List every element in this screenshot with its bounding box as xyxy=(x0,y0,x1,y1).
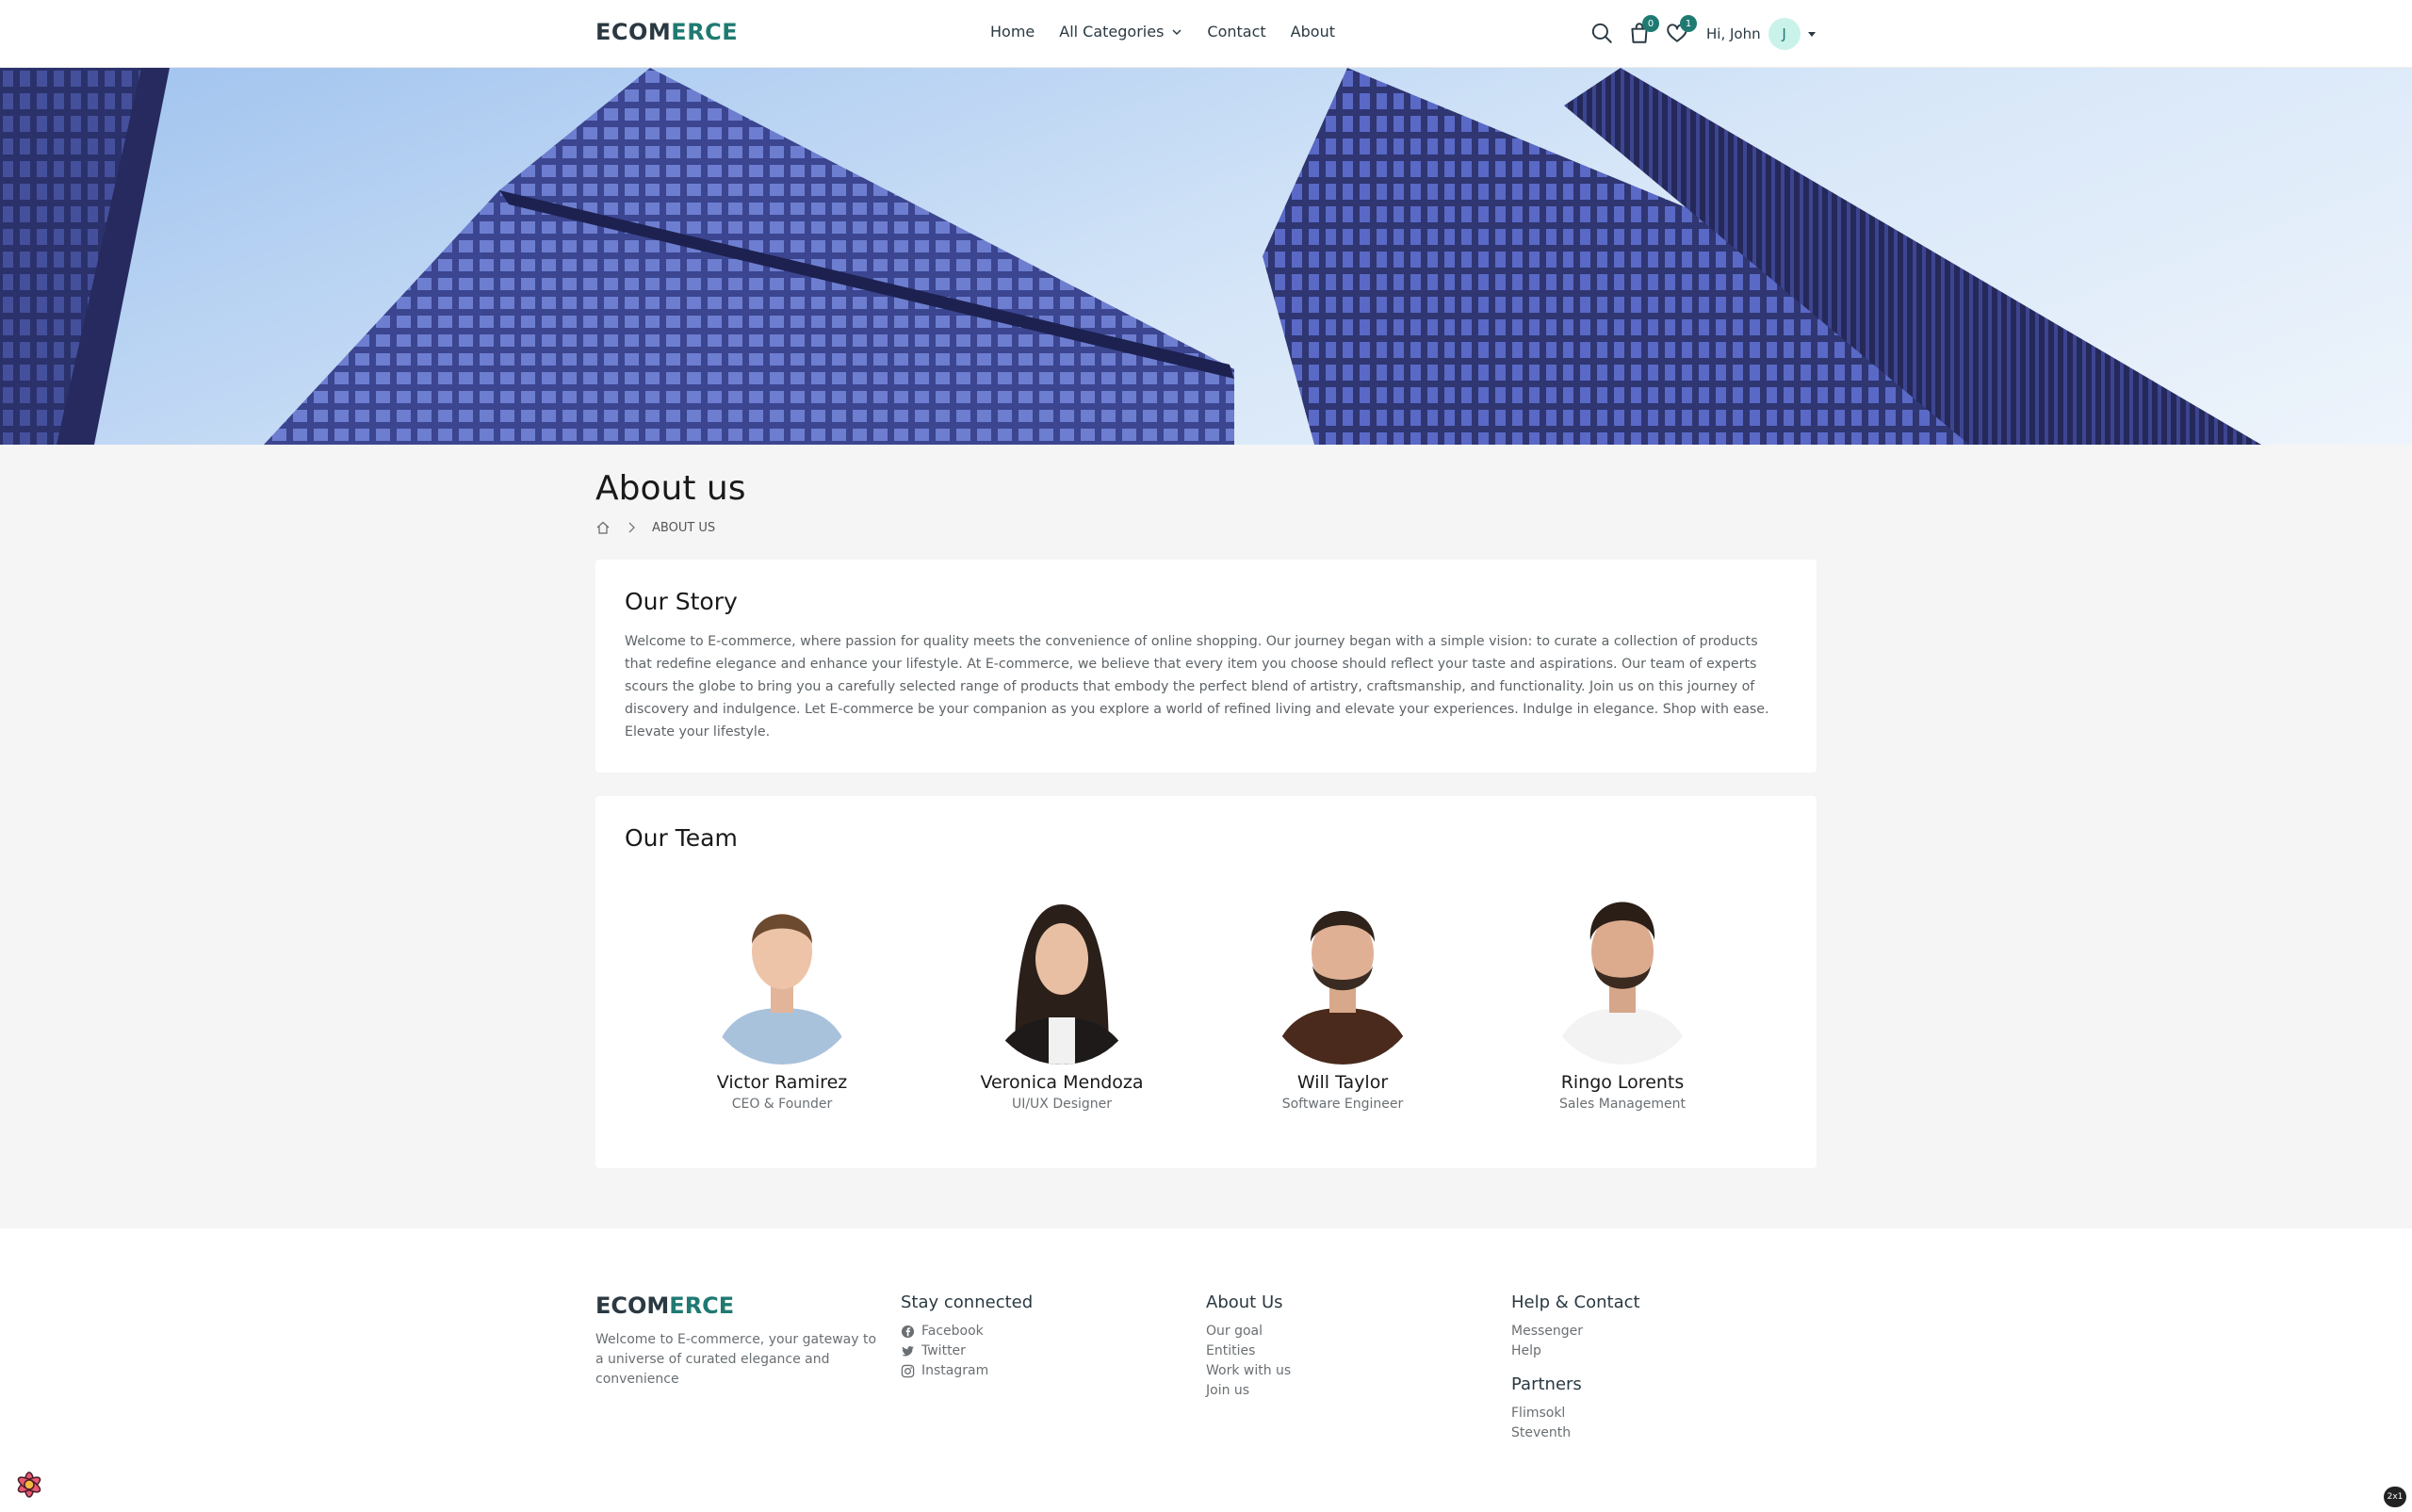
nav-contact[interactable]: Contact xyxy=(1207,23,1265,41)
page-title: About us xyxy=(595,469,746,508)
breadcrumb-current: ABOUT US xyxy=(652,520,716,535)
header-actions: 0 1 Hi, John J xyxy=(1589,13,1817,55)
footer-tagline: Welcome to E-commerce, your gateway to a… xyxy=(595,1332,877,1387)
twitter-link[interactable]: Twitter xyxy=(901,1341,1033,1361)
search-button[interactable] xyxy=(1589,21,1616,47)
footer-heading: Help & Contact xyxy=(1511,1293,1640,1312)
instagram-icon xyxy=(901,1364,915,1378)
member-name: Victor Ramirez xyxy=(716,1072,848,1093)
footer-about-us: About Us Our goal Entities Work with us … xyxy=(1206,1293,1291,1401)
our-team-card: Our Team Victor Ramirez CEO & Founder Ve… xyxy=(595,796,1817,1168)
wishlist-button[interactable]: 1 xyxy=(1665,15,1697,47)
team-member-photo xyxy=(1263,886,1422,1065)
team-member: Will Taylor Software Engineer xyxy=(1230,886,1456,1112)
footer-link-messenger[interactable]: Messenger xyxy=(1511,1322,1640,1341)
member-role: UI/UX Designer xyxy=(1011,1097,1113,1112)
search-icon xyxy=(1591,23,1612,43)
footer-help-contact: Help & Contact Messenger Help Partners F… xyxy=(1511,1293,1640,1443)
member-name: Ringo Lorents xyxy=(1560,1072,1685,1093)
devtools-floating-button[interactable] xyxy=(10,1466,48,1504)
avatar[interactable]: J xyxy=(1768,18,1801,50)
footer-brand-logo[interactable]: ECOMERCE xyxy=(595,1293,734,1319)
footer-heading: About Us xyxy=(1206,1293,1283,1312)
team-members: Victor Ramirez CEO & Founder Veronica Me… xyxy=(595,886,1817,1130)
flower-icon xyxy=(17,1471,41,1498)
member-name: Will Taylor xyxy=(1296,1072,1389,1093)
caret-down-icon[interactable] xyxy=(1806,28,1817,40)
team-member-photo xyxy=(983,886,1141,1065)
footer-link-help[interactable]: Help xyxy=(1511,1341,1640,1361)
member-role: CEO & Founder xyxy=(731,1097,833,1112)
wishlist-count-badge: 1 xyxy=(1680,15,1697,32)
hero-banner-image xyxy=(0,68,2412,445)
user-greeting[interactable]: Hi, John xyxy=(1706,25,1761,42)
breadcrumb: ABOUT US xyxy=(595,520,715,535)
chevron-down-icon xyxy=(1172,28,1182,35)
instagram-link[interactable]: Instagram xyxy=(901,1361,1033,1381)
footer-heading-partners: Partners xyxy=(1511,1374,1582,1394)
main-nav: Home All Categories Contact About xyxy=(990,23,1335,41)
team-member-photo xyxy=(1543,886,1702,1065)
chevron-right-icon xyxy=(628,522,635,533)
footer-link-work-with-us[interactable]: Work with us xyxy=(1206,1361,1291,1381)
twitter-icon xyxy=(901,1346,915,1357)
skyscrapers-image xyxy=(0,68,2261,445)
footer-stay-connected: Stay connected Facebook Twitter Instagra… xyxy=(901,1293,1033,1381)
team-member: Veronica Mendoza UI/UX Designer xyxy=(949,886,1175,1112)
team-member: Ringo Lorents Sales Management xyxy=(1509,886,1736,1112)
member-role: Sales Management xyxy=(1559,1097,1686,1112)
nav-home[interactable]: Home xyxy=(990,23,1035,41)
site-footer: ECOMERCE Welcome to E-commerce, your gat… xyxy=(0,1228,2412,1512)
team-member: Victor Ramirez CEO & Founder xyxy=(669,886,895,1112)
footer-link-our-goal[interactable]: Our goal xyxy=(1206,1322,1291,1341)
footer-heading: Stay connected xyxy=(901,1293,1034,1312)
home-icon[interactable] xyxy=(595,520,611,535)
cart-count-badge: 0 xyxy=(1642,15,1659,32)
our-story-text: Welcome to E-commerce, where passion for… xyxy=(625,634,1769,740)
footer-link-flimsokl[interactable]: Flimsokl xyxy=(1511,1404,1640,1423)
nav-all-categories[interactable]: All Categories xyxy=(1059,23,1182,41)
cart-button[interactable]: 0 xyxy=(1627,15,1659,47)
footer-link-join-us[interactable]: Join us xyxy=(1206,1381,1291,1401)
nav-about[interactable]: About xyxy=(1291,23,1335,41)
member-role: Software Engineer xyxy=(1281,1097,1404,1112)
member-name: Veronica Mendoza xyxy=(980,1072,1144,1093)
facebook-link[interactable]: Facebook xyxy=(901,1322,1033,1341)
our-story-card: Our Story Welcome to E-commerce, where p… xyxy=(595,560,1817,772)
team-member-photo xyxy=(703,886,861,1065)
our-team-heading: Our Team xyxy=(625,824,738,852)
footer-link-steventh[interactable]: Steventh xyxy=(1511,1423,1640,1443)
our-story-heading: Our Story xyxy=(625,588,738,615)
brand-logo[interactable]: ECOMERCE xyxy=(595,19,738,45)
footer-link-entities[interactable]: Entities xyxy=(1206,1341,1291,1361)
facebook-icon xyxy=(901,1325,915,1339)
top-header: ECOMERCE Home All Categories Contact Abo… xyxy=(0,0,2412,68)
corner-badge[interactable]: 2x1 xyxy=(2384,1487,2406,1507)
